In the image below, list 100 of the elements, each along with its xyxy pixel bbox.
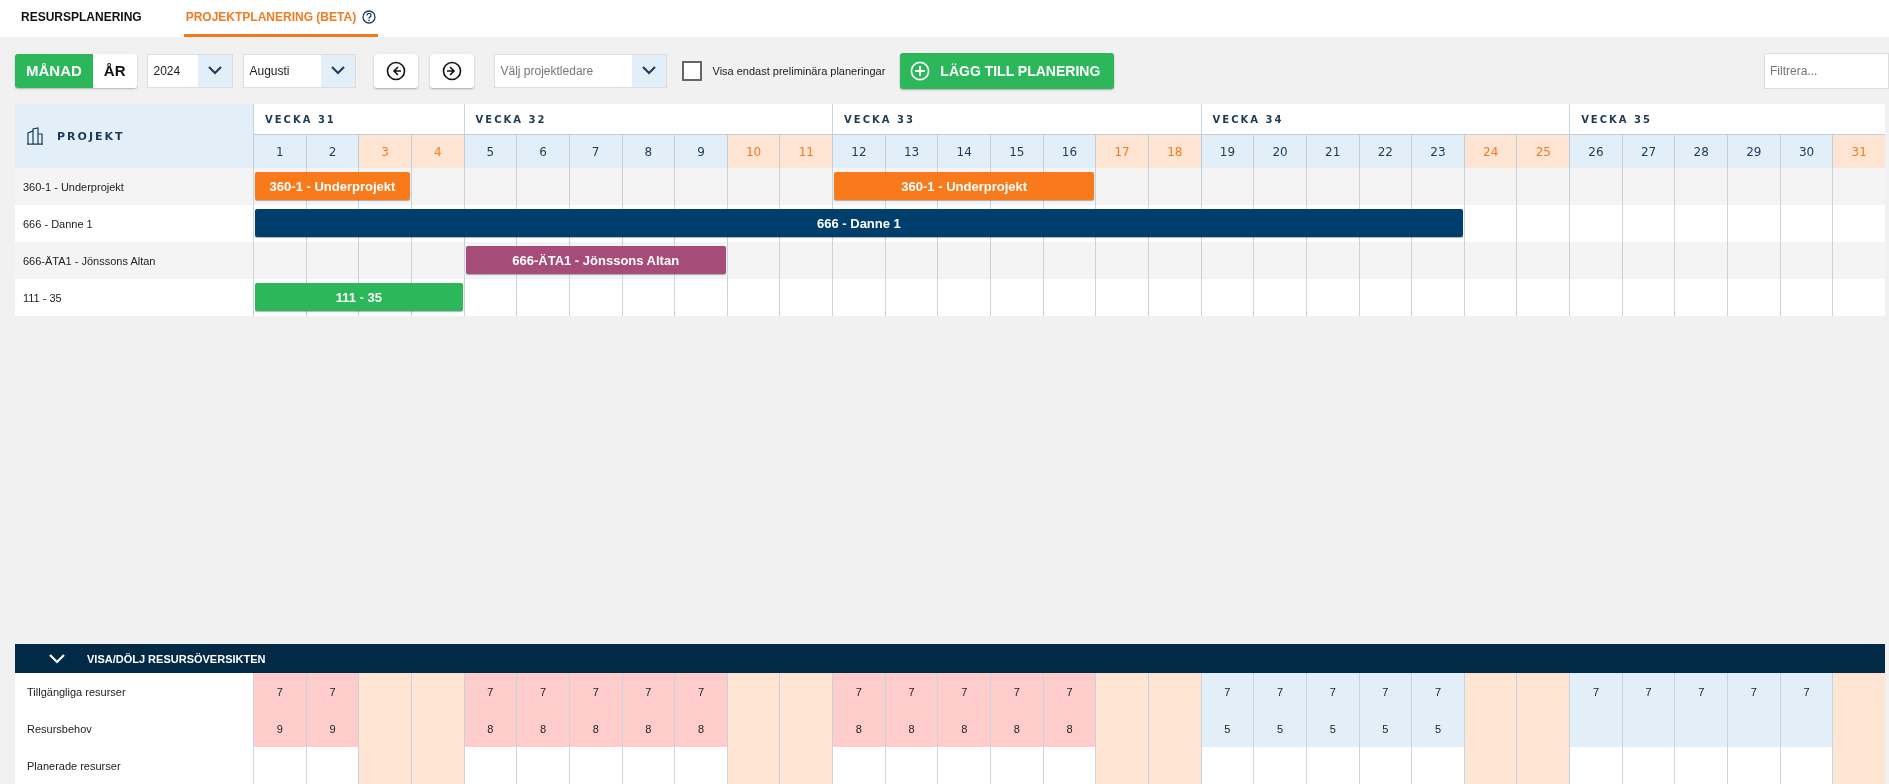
resource-label: Resursbehov xyxy=(26,721,93,737)
resource-cell: 7 xyxy=(568,673,622,710)
resource-cell: 8 xyxy=(937,710,991,747)
resource-cell: 8 xyxy=(621,710,675,747)
day-header: 31 xyxy=(1832,134,1885,168)
day-header: 21 xyxy=(1305,134,1359,168)
checkbox[interactable] xyxy=(681,60,702,81)
resource-cell xyxy=(1832,747,1885,784)
caret-icon xyxy=(330,66,345,75)
week-header: VECKA 31 xyxy=(253,104,464,134)
month-select[interactable]: Augusti xyxy=(242,53,356,88)
project-bar[interactable]: 666 - Danne 1 xyxy=(255,209,1463,237)
next-button[interactable] xyxy=(429,53,474,88)
resource-label: Planerade resurser xyxy=(26,758,122,774)
day-header: 4 xyxy=(410,134,464,168)
resource-cell: 7 xyxy=(1621,673,1675,710)
resource-cell: 7 xyxy=(516,673,569,710)
day-header: 10 xyxy=(726,134,780,168)
resource-cell: 8 xyxy=(1042,710,1096,747)
day-header: 20 xyxy=(1253,134,1306,168)
tab[interactable]: RESURSPLANERING xyxy=(19,0,144,37)
resource-cell: 7 xyxy=(305,673,359,710)
resource-cell: 8 xyxy=(990,710,1043,747)
arrow-right-icon xyxy=(441,60,462,81)
day-header: 16 xyxy=(1042,134,1096,168)
column-title: PROJEKT xyxy=(57,129,125,143)
day-header: 8 xyxy=(621,134,675,168)
day-header: 2 xyxy=(305,134,359,168)
day-header: 24 xyxy=(1463,134,1517,168)
day-header: 13 xyxy=(884,134,938,168)
filter-field[interactable]: Filtrera... xyxy=(1764,52,1889,89)
resource-cell: 7 xyxy=(1358,673,1412,710)
project-name: 666-ÄTA1 - Jönssons Altan xyxy=(22,253,157,269)
project-bar[interactable]: 666-ÄTA1 - Jönssons Altan xyxy=(465,246,726,274)
day-header: 6 xyxy=(516,134,569,168)
day-header: 26 xyxy=(1569,134,1622,168)
arrow-left-icon xyxy=(385,60,406,81)
day-header: 28 xyxy=(1674,134,1728,168)
resource-cell xyxy=(1095,747,1148,784)
resource-cell xyxy=(779,747,833,784)
day-header: 7 xyxy=(568,134,622,168)
resource-cell: 5 xyxy=(1253,710,1306,747)
week-header: VECKA 33 xyxy=(832,104,1201,134)
resource-cell: 7 xyxy=(884,673,938,710)
day-header: 22 xyxy=(1358,134,1412,168)
resource-cell xyxy=(726,747,780,784)
day-header: 29 xyxy=(1727,134,1780,168)
resource-cell: 7 xyxy=(990,673,1043,710)
resource-cell: 7 xyxy=(1569,673,1622,710)
resource-cell: 7 xyxy=(674,673,727,710)
tab[interactable]: PROJEKTPLANERING (BETA) xyxy=(183,0,379,37)
resource-cell: 7 xyxy=(621,673,675,710)
day-header: 25 xyxy=(1516,134,1570,168)
resource-cell: 9 xyxy=(253,710,306,747)
project-lead-select[interactable]: Välj projektledare xyxy=(493,53,667,88)
resource-cell: 7 xyxy=(1200,673,1254,710)
resource-cell: 7 xyxy=(1674,673,1728,710)
project-name: 111 - 35 xyxy=(22,290,63,306)
resource-cell: 5 xyxy=(1358,710,1412,747)
day-header: 9 xyxy=(674,134,727,168)
resource-cell: 7 xyxy=(1727,673,1780,710)
day-header: 18 xyxy=(1147,134,1201,168)
caret-icon xyxy=(641,66,656,75)
day-header: 11 xyxy=(779,134,833,168)
day-header: 1 xyxy=(253,134,306,168)
project-name: 360-1 - Underprojekt xyxy=(22,179,125,195)
resource-cell: 8 xyxy=(832,710,885,747)
resource-cell: 7 xyxy=(937,673,991,710)
day-header: 15 xyxy=(990,134,1043,168)
day-header: 17 xyxy=(1095,134,1148,168)
resource-cell: 7 xyxy=(1305,673,1359,710)
resource-cell: 8 xyxy=(516,710,569,747)
resource-cell xyxy=(410,747,464,784)
period-toggle-option[interactable]: ÅR xyxy=(92,53,137,88)
resource-cell: 7 xyxy=(832,673,885,710)
resource-cell: 7 xyxy=(253,673,306,710)
resource-cell: 7 xyxy=(1779,673,1833,710)
day-header: 14 xyxy=(937,134,991,168)
day-header: 23 xyxy=(1411,134,1464,168)
previous-button[interactable] xyxy=(373,53,418,88)
resource-cell: 7 xyxy=(463,673,517,710)
resource-cell: 8 xyxy=(463,710,517,747)
day-header: 19 xyxy=(1200,134,1254,168)
resource-cell: 5 xyxy=(1200,710,1254,747)
plus-circle-icon xyxy=(910,60,931,81)
day-header: 12 xyxy=(832,134,885,168)
resource-cell: 7 xyxy=(1411,673,1464,710)
resource-cell: 5 xyxy=(1411,710,1464,747)
day-header: 5 xyxy=(463,134,517,168)
project-name: 666 - Danne 1 xyxy=(22,216,94,232)
resource-cell xyxy=(1463,747,1517,784)
week-header: VECKA 35 xyxy=(1569,104,1885,134)
resource-overview-toggle[interactable]: VISA/DÖLJ RESURSÖVERSIKTEN xyxy=(15,644,1885,673)
resource-cell: 7 xyxy=(1042,673,1096,710)
week-header: VECKA 32 xyxy=(463,104,833,134)
year-select[interactable]: 2024 xyxy=(146,53,233,88)
resource-cell xyxy=(358,747,411,784)
resource-cell xyxy=(1147,747,1201,784)
resource-cell xyxy=(1516,747,1570,784)
day-header: 27 xyxy=(1621,134,1675,168)
